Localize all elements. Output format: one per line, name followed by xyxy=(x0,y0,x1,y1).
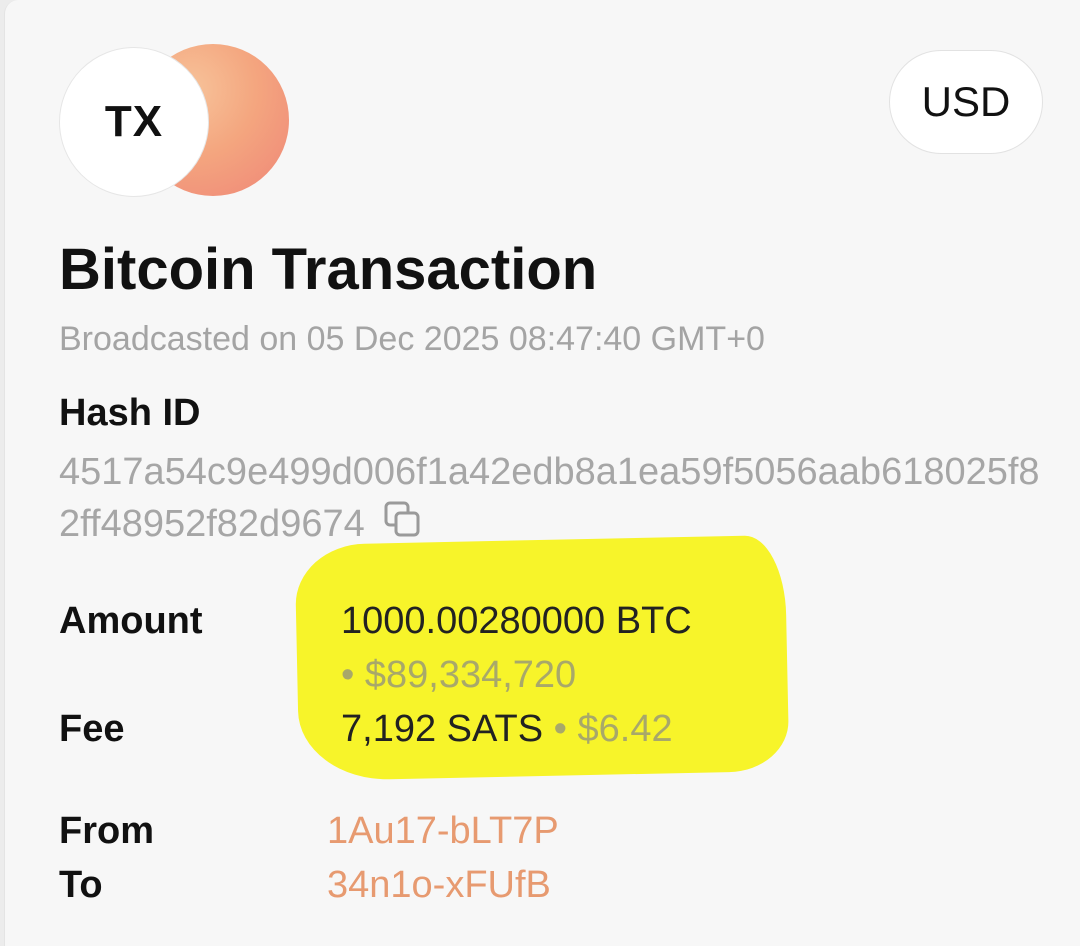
from-address-link[interactable]: 1Au17-bLT7P xyxy=(327,810,559,853)
hash-id-value[interactable]: 4517a54c9e499d006f1a42edb8a1ea59f5056aab… xyxy=(59,446,1049,554)
transaction-card: TX USD Bitcoin Transaction Broadcasted o… xyxy=(4,0,1080,946)
to-address-link[interactable]: 34n1o-xFUfB xyxy=(327,864,551,907)
currency-label: USD xyxy=(921,78,1011,125)
fee-label: Fee xyxy=(59,708,125,750)
logo-text: TX xyxy=(104,97,164,146)
page-title: Bitcoin Transaction xyxy=(59,237,598,302)
amount-btc: 1000.00280000 BTC xyxy=(341,600,692,642)
broadcast-timestamp: Broadcasted on 05 Dec 2025 08:47:40 GMT+… xyxy=(59,320,765,358)
logo-badge: TX xyxy=(59,47,209,197)
transaction-logo: TX xyxy=(57,44,289,197)
to-label: To xyxy=(59,864,103,906)
hash-id-label: Hash ID xyxy=(59,392,201,434)
hash-id-text: 4517a54c9e499d006f1a42edb8a1ea59f5056aab… xyxy=(59,451,1040,545)
fee-sats: 7,192 SATS xyxy=(341,708,544,750)
fee-usd: • $6.42 xyxy=(553,708,673,750)
fee-value: 7,192 SATS • $6.42 xyxy=(341,708,673,751)
amount-usd: • $89,334,720 xyxy=(341,654,577,696)
amount-label: Amount xyxy=(59,600,203,642)
currency-toggle-button[interactable]: USD xyxy=(889,50,1043,154)
from-label: From xyxy=(59,810,154,852)
